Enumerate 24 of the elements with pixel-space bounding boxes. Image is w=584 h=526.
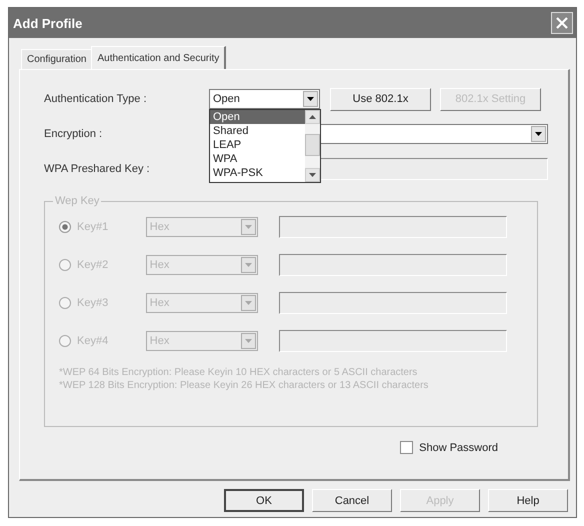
dropdown-option[interactable]: LEAP (210, 138, 305, 152)
radio-label: Key#1 (77, 221, 108, 233)
button[interactable]: Use 802.1x (330, 88, 431, 110)
radio-label: Key#3 (77, 297, 108, 309)
button[interactable]: OK (224, 489, 304, 512)
dropdown-option[interactable]: Shared (210, 124, 305, 138)
field-label: Encryption : (44, 128, 104, 140)
tab[interactable]: Authentication and Security (91, 46, 226, 70)
field-label: WPA Preshared Key : (44, 163, 151, 175)
tab[interactable]: Configuration (21, 49, 92, 69)
radio-label: Key#2 (77, 259, 108, 271)
note-text: *WEP 64 Bits Encryption: Please Keyin 10 HEX characters or 5 ASCII characters (59, 366, 418, 379)
dropdown-option[interactable]: WPA (210, 152, 305, 166)
radio-label: Key#4 (77, 335, 108, 347)
dropdown-option[interactable]: Open (210, 110, 305, 124)
button[interactable]: Help (488, 489, 568, 512)
dropdown-option[interactable]: WPA-PSK (210, 166, 305, 180)
field-label: Authentication Type : (44, 93, 148, 105)
authentication-type-dropdown[interactable]: Open (209, 89, 320, 109)
window-title: Add Profile (13, 16, 82, 30)
checkbox-label: Show Password (419, 442, 498, 454)
group-title: Wep Key (53, 195, 102, 207)
button[interactable]: Cancel (312, 489, 392, 512)
note-text: *WEP 128 Bits Encryption: Please Keyin 26 HEX characters or 13 ASCII characters (59, 379, 430, 392)
